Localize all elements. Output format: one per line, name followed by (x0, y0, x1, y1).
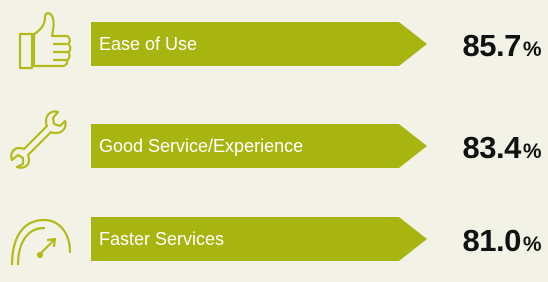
wrench-icon (8, 106, 88, 176)
speedometer-icon (8, 212, 88, 282)
metric-value-unit: % (522, 140, 542, 163)
metric-value-number: 81.0 (462, 223, 521, 258)
metric-banner: Faster Services (91, 217, 427, 261)
metric-label: Ease of Use (99, 34, 198, 54)
metric-value-unit: % (522, 233, 542, 256)
metric-banner: Ease of Use (91, 22, 427, 66)
metric-value-number: 85.7 (462, 28, 521, 63)
metric-value-number: 83.4 (462, 130, 521, 165)
metric-value: 83.4% (462, 130, 541, 166)
metric-label: Good Service/Experience (99, 136, 304, 156)
metric-banner: Good Service/Experience (91, 124, 427, 168)
metric-value: 85.7% (462, 28, 541, 64)
thumbs-up-icon (10, 8, 90, 78)
metric-value-unit: % (522, 38, 542, 61)
metric-label: Faster Services (99, 229, 225, 249)
metric-value: 81.0% (462, 223, 541, 259)
